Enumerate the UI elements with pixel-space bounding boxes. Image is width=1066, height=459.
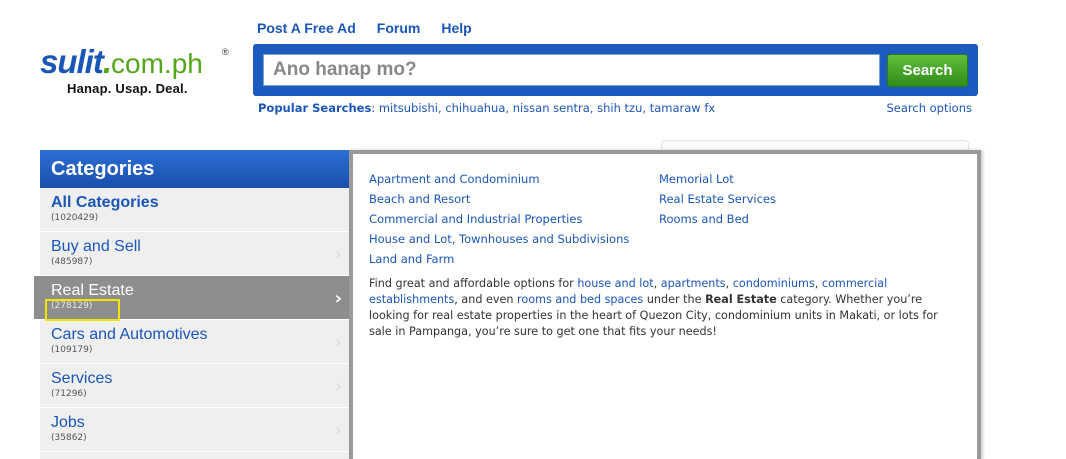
subcategory-link[interactable]: Apartment and Condominium: [369, 169, 629, 189]
subcategory-column: Apartment and Condominium Beach and Reso…: [369, 169, 629, 269]
registered-mark: ®: [222, 47, 229, 57]
chevron-right-icon: ›: [334, 244, 342, 265]
category-jobs[interactable]: Jobs (35862) ›: [40, 408, 352, 452]
subcategory-flyout: Apartment and Condominium Beach and Reso…: [349, 150, 981, 459]
subcategory-link[interactable]: Rooms and Bed: [659, 209, 776, 229]
description-link[interactable]: rooms and bed spaces: [517, 293, 643, 306]
popular-searches-label: Popular Searches: [258, 101, 372, 115]
popular-search-link[interactable]: nissan sentra: [513, 101, 590, 115]
category-description: Find great and affordable options for ho…: [369, 277, 938, 338]
description-link[interactable]: house and lot: [577, 277, 653, 290]
search-options-link[interactable]: Search options: [886, 101, 972, 115]
category-count: (485987): [51, 257, 93, 267]
category-name: Cars and Automotives: [51, 326, 208, 343]
category-count: (278129): [51, 301, 93, 311]
subcategory-link[interactable]: House and Lot, Townhouses and Subdivisio…: [369, 229, 629, 249]
top-nav: Post A Free Ad Forum Help: [257, 20, 472, 36]
chevron-right-icon: ›: [334, 332, 342, 353]
category-all[interactable]: All Categories (1020429): [40, 188, 352, 232]
search-input[interactable]: [263, 54, 880, 86]
category-real-estate[interactable]: Real Estate (278129) ›: [34, 276, 352, 320]
category-buy-and-sell[interactable]: Buy and Sell (485987) ›: [40, 232, 352, 276]
category-name: Buy and Sell: [51, 238, 141, 255]
subcategory-link[interactable]: Real Estate Services: [659, 189, 776, 209]
category-count: (109179): [51, 345, 93, 355]
search-bar: Search: [253, 44, 978, 96]
subcategory-link[interactable]: Land and Farm: [369, 249, 629, 269]
subcategory-link[interactable]: Commercial and Industrial Properties: [369, 209, 629, 229]
description-emphasis: Real Estate: [705, 293, 777, 306]
popular-search-link[interactable]: chihuahua: [445, 101, 505, 115]
description-link[interactable]: condominiums: [733, 277, 815, 290]
category-count: (71296): [51, 389, 87, 399]
subcategory-link[interactable]: Memorial Lot: [659, 169, 776, 189]
category-count: (35862): [51, 433, 87, 443]
search-button[interactable]: Search: [887, 54, 968, 87]
popular-search-link[interactable]: tamaraw fx: [650, 101, 716, 115]
category-cars-and-automotives[interactable]: Cars and Automotives (109179) ›: [40, 320, 352, 364]
site-logo[interactable]: sulit.com.ph ® Hanap. Usap. Deal.: [40, 44, 240, 104]
nav-post-free-ad[interactable]: Post A Free Ad: [257, 20, 356, 36]
nav-forum[interactable]: Forum: [377, 20, 421, 36]
logo-wordmark: sulit.com.ph: [40, 43, 203, 80]
subcategory-link[interactable]: Beach and Resort: [369, 189, 629, 209]
popular-search-link[interactable]: mitsubishi: [379, 101, 438, 115]
popular-search-link[interactable]: shih tzu: [597, 101, 642, 115]
categories-panel: Categories All Categories (1020429) Buy …: [34, 150, 352, 459]
page: sulit.com.ph ® Hanap. Usap. Deal. Post A…: [0, 0, 1066, 459]
logo-tagline: Hanap. Usap. Deal.: [67, 81, 188, 96]
category-name: All Categories: [51, 194, 159, 211]
nav-help[interactable]: Help: [441, 20, 471, 36]
category-count: (1020429): [51, 213, 99, 223]
category-name: Real Estate: [51, 282, 134, 299]
categories-header: Categories: [40, 150, 352, 188]
chevron-right-icon: ›: [334, 288, 342, 309]
subcategory-column: Memorial Lot Real Estate Services Rooms …: [659, 169, 776, 229]
category-name: Jobs: [51, 414, 85, 431]
description-link[interactable]: apartments: [661, 277, 726, 290]
popular-searches: Popular Searches: mitsubishi, chihuahua,…: [258, 101, 716, 115]
category-services[interactable]: Services (71296) ›: [40, 364, 352, 408]
category-name: Services: [51, 370, 113, 387]
chevron-right-icon: ›: [334, 420, 342, 441]
chevron-right-icon: ›: [334, 376, 342, 397]
